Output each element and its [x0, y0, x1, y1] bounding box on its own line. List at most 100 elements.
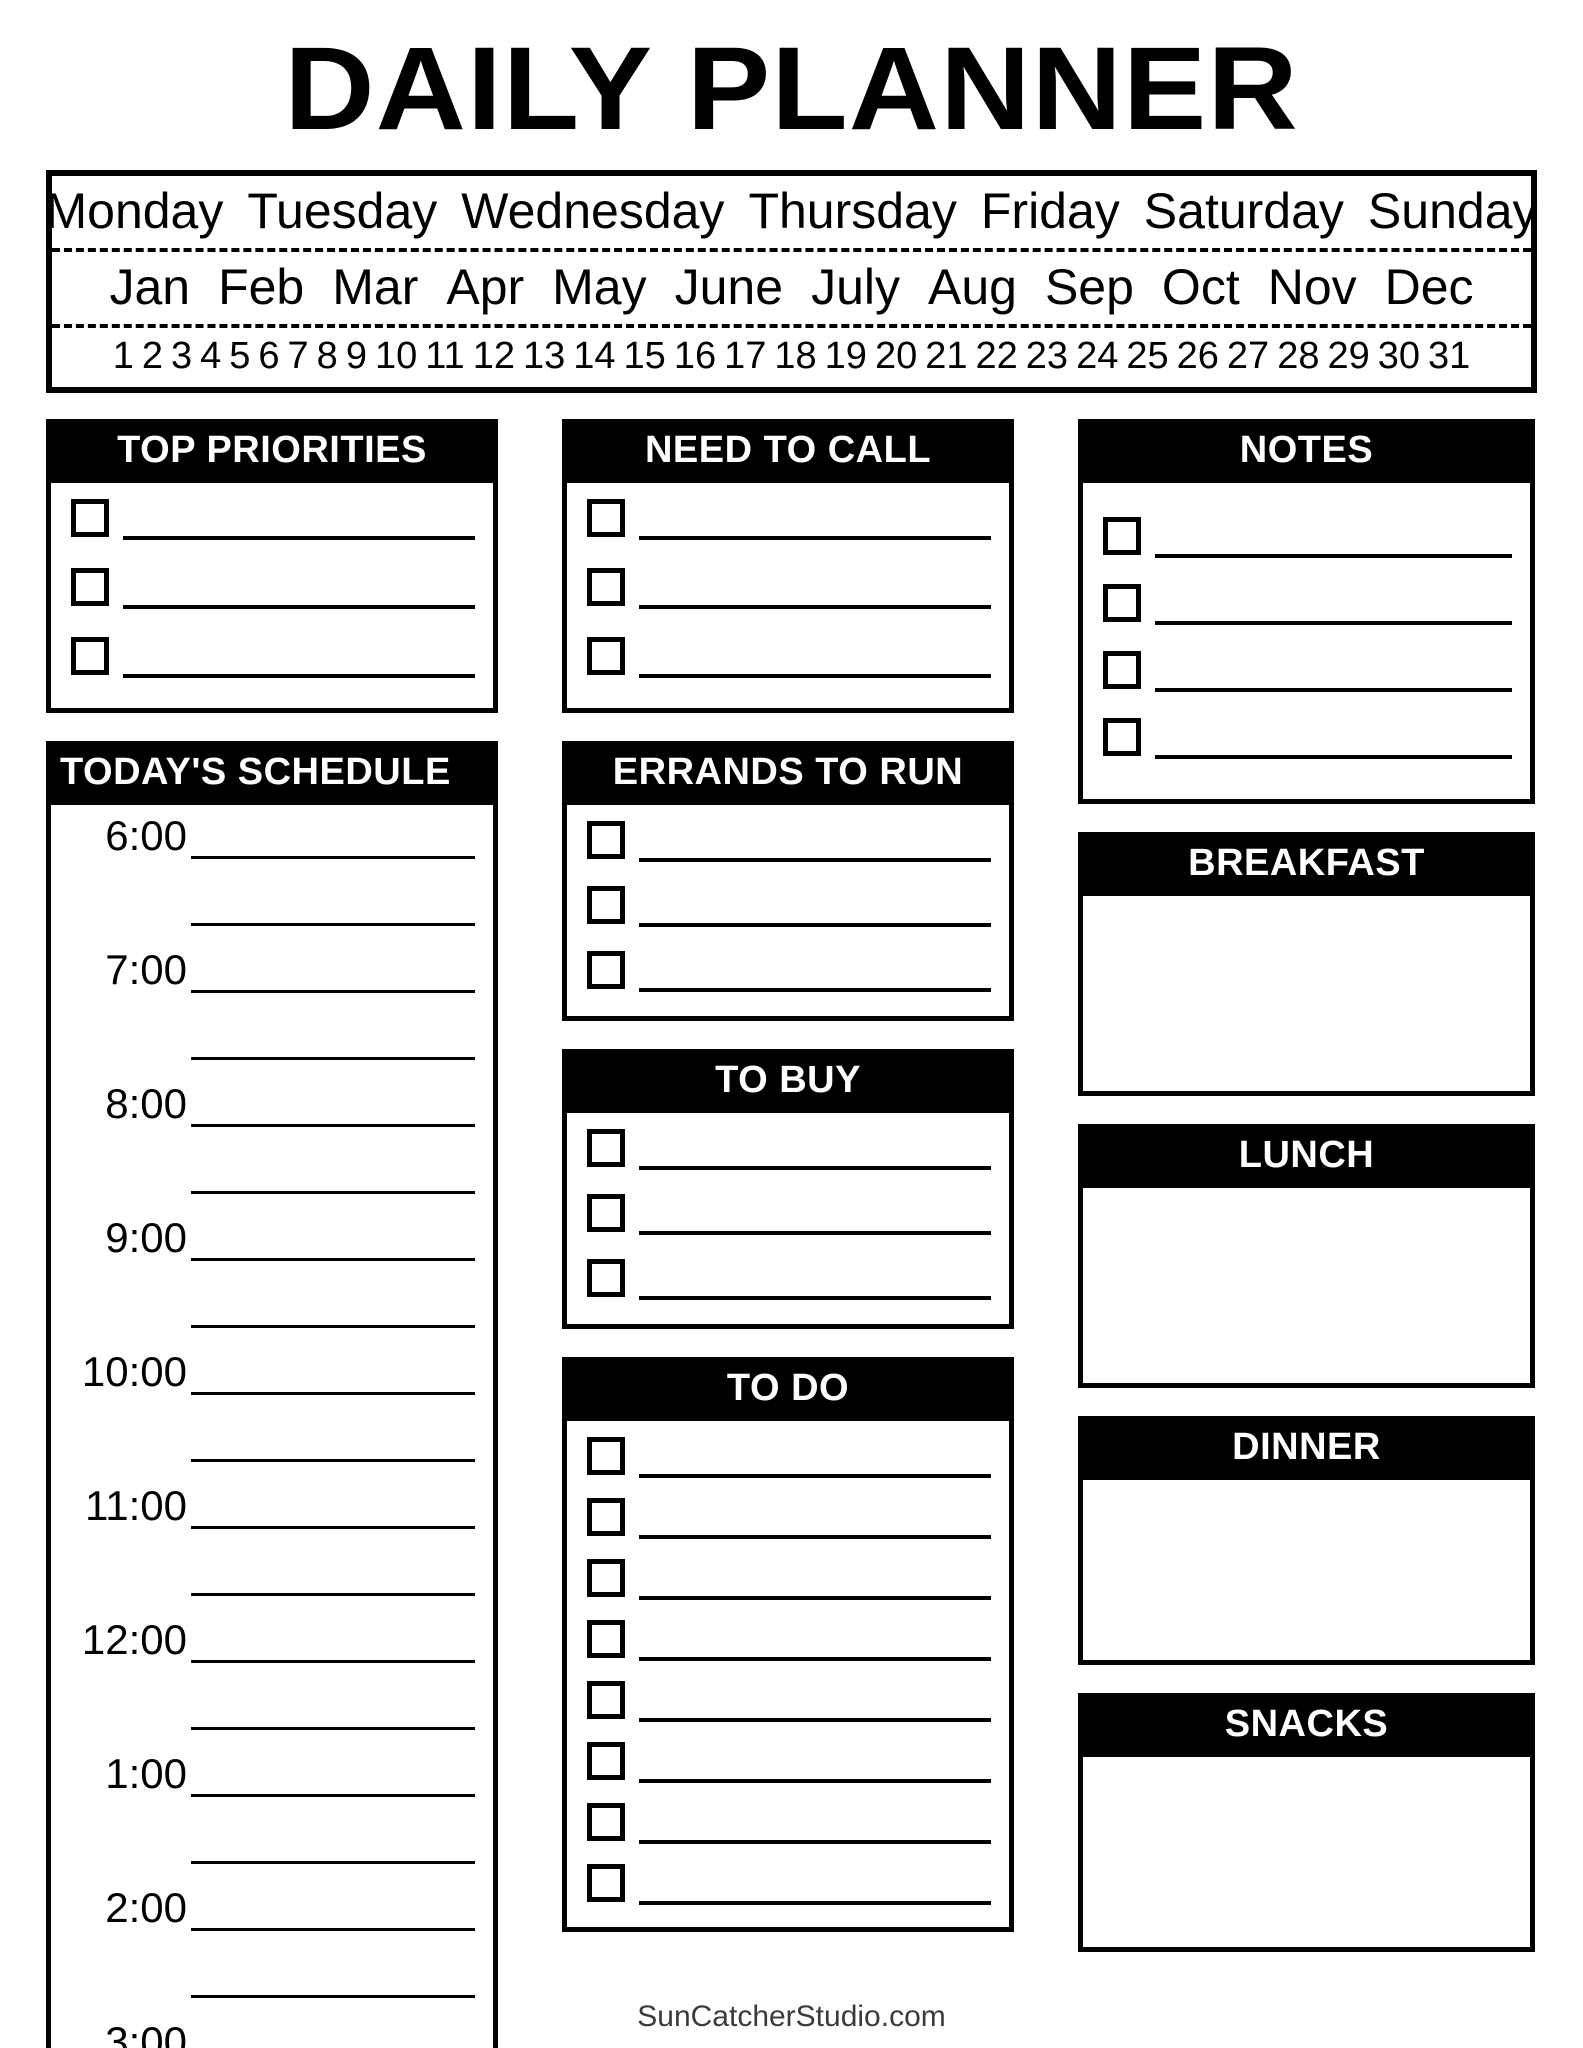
checkbox-icon[interactable] [587, 637, 625, 675]
schedule-write-line[interactable] [191, 1660, 475, 1663]
weekday-option-6[interactable]: Sunday [1368, 182, 1538, 240]
checkbox-icon[interactable] [587, 886, 625, 924]
schedule-write-line[interactable] [191, 1861, 475, 1864]
date-option-26[interactable]: 27 [1227, 335, 1269, 378]
write-line[interactable] [639, 1596, 991, 1600]
date-option-25[interactable]: 26 [1177, 335, 1219, 378]
checkbox-icon[interactable] [1103, 651, 1141, 689]
date-option-13[interactable]: 14 [573, 335, 615, 378]
checkbox-icon[interactable] [71, 637, 109, 675]
date-option-15[interactable]: 16 [674, 335, 716, 378]
write-line[interactable] [1155, 554, 1512, 558]
month-option-1[interactable]: Feb [218, 258, 304, 316]
write-line[interactable] [639, 1166, 991, 1170]
checkbox-icon[interactable] [71, 499, 109, 537]
checkbox-icon[interactable] [587, 1437, 625, 1475]
date-option-27[interactable]: 28 [1277, 335, 1319, 378]
month-option-3[interactable]: Apr [446, 258, 524, 316]
checkbox-icon[interactable] [587, 821, 625, 859]
date-option-22[interactable]: 23 [1026, 335, 1068, 378]
date-option-19[interactable]: 20 [875, 335, 917, 378]
month-option-0[interactable]: Jan [109, 258, 190, 316]
schedule-write-line[interactable] [191, 1392, 475, 1395]
month-option-4[interactable]: May [552, 258, 646, 316]
dinner-write-area[interactable] [1078, 1480, 1535, 1665]
date-option-6[interactable]: 7 [288, 335, 309, 378]
month-option-8[interactable]: Sep [1045, 258, 1134, 316]
date-option-28[interactable]: 29 [1327, 335, 1369, 378]
write-line[interactable] [123, 536, 475, 540]
month-option-5[interactable]: June [675, 258, 783, 316]
write-line[interactable] [639, 1296, 991, 1300]
checkbox-icon[interactable] [587, 1498, 625, 1536]
date-option-18[interactable]: 19 [825, 335, 867, 378]
checkbox-icon[interactable] [587, 1742, 625, 1780]
write-line[interactable] [1155, 621, 1512, 625]
schedule-write-line[interactable] [191, 1928, 475, 1931]
checkbox-icon[interactable] [1103, 584, 1141, 622]
write-line[interactable] [639, 858, 991, 862]
schedule-write-line[interactable] [191, 1593, 475, 1596]
schedule-write-line[interactable] [191, 1325, 475, 1328]
weekday-option-4[interactable]: Friday [981, 182, 1120, 240]
checkbox-icon[interactable] [1103, 718, 1141, 756]
month-option-11[interactable]: Dec [1385, 258, 1474, 316]
date-option-11[interactable]: 12 [473, 335, 515, 378]
checkbox-icon[interactable] [587, 1681, 625, 1719]
breakfast-write-area[interactable] [1078, 896, 1535, 1096]
date-option-5[interactable]: 6 [258, 335, 279, 378]
write-line[interactable] [639, 923, 991, 927]
date-option-10[interactable]: 11 [425, 335, 464, 378]
month-option-7[interactable]: Aug [928, 258, 1017, 316]
date-option-30[interactable]: 31 [1428, 335, 1470, 378]
write-line[interactable] [123, 674, 475, 678]
write-line[interactable] [639, 1231, 991, 1235]
date-option-3[interactable]: 4 [200, 335, 221, 378]
checkbox-icon[interactable] [587, 568, 625, 606]
schedule-write-line[interactable] [191, 1258, 475, 1261]
date-option-2[interactable]: 3 [171, 335, 192, 378]
schedule-write-line[interactable] [191, 1057, 475, 1060]
month-option-2[interactable]: Mar [332, 258, 418, 316]
date-option-1[interactable]: 2 [142, 335, 163, 378]
date-option-7[interactable]: 8 [317, 335, 338, 378]
write-line[interactable] [639, 1779, 991, 1783]
date-option-17[interactable]: 18 [774, 335, 816, 378]
weekday-option-2[interactable]: Wednesday [461, 182, 724, 240]
checkbox-icon[interactable] [587, 951, 625, 989]
date-option-0[interactable]: 1 [113, 335, 134, 378]
date-option-12[interactable]: 13 [523, 335, 565, 378]
month-option-6[interactable]: July [811, 258, 900, 316]
date-option-21[interactable]: 22 [976, 335, 1018, 378]
date-option-16[interactable]: 17 [724, 335, 766, 378]
schedule-write-line[interactable] [191, 1191, 475, 1194]
checkbox-icon[interactable] [587, 499, 625, 537]
write-line[interactable] [639, 1718, 991, 1722]
write-line[interactable] [639, 1840, 991, 1844]
checkbox-icon[interactable] [587, 1864, 625, 1902]
checkbox-icon[interactable] [587, 1129, 625, 1167]
schedule-write-line[interactable] [191, 1794, 475, 1797]
write-line[interactable] [639, 674, 991, 678]
date-option-14[interactable]: 15 [624, 335, 666, 378]
write-line[interactable] [639, 1901, 991, 1905]
checkbox-icon[interactable] [71, 568, 109, 606]
weekday-option-5[interactable]: Saturday [1144, 182, 1344, 240]
weekday-option-1[interactable]: Tuesday [247, 182, 437, 240]
date-option-24[interactable]: 25 [1126, 335, 1168, 378]
weekday-option-0[interactable]: Monday [45, 182, 223, 240]
write-line[interactable] [1155, 688, 1512, 692]
month-option-10[interactable]: Nov [1268, 258, 1357, 316]
snacks-write-area[interactable] [1078, 1757, 1535, 1952]
write-line[interactable] [639, 1474, 991, 1478]
write-line[interactable] [639, 1657, 991, 1661]
date-option-29[interactable]: 30 [1378, 335, 1420, 378]
date-option-23[interactable]: 24 [1076, 335, 1118, 378]
schedule-write-line[interactable] [191, 1526, 475, 1529]
checkbox-icon[interactable] [587, 1259, 625, 1297]
checkbox-icon[interactable] [587, 1559, 625, 1597]
schedule-write-line[interactable] [191, 990, 475, 993]
write-line[interactable] [639, 536, 991, 540]
write-line[interactable] [639, 605, 991, 609]
schedule-write-line[interactable] [191, 856, 475, 859]
